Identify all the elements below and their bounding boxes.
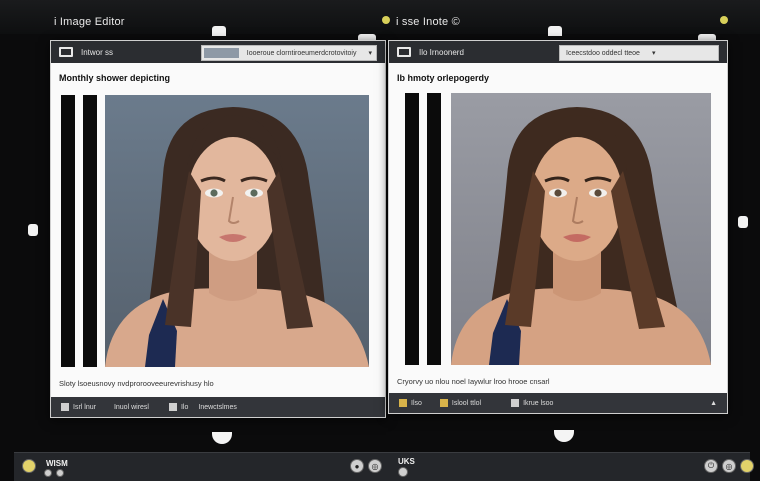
start-icon[interactable] bbox=[22, 459, 36, 473]
chevron-down-icon[interactable]: ▾ bbox=[646, 49, 660, 57]
chevron-down-icon[interactable]: ▾ bbox=[362, 49, 376, 57]
record-icon[interactable]: ● bbox=[350, 459, 364, 473]
black-bar bbox=[61, 95, 75, 367]
right-bezel-notch bbox=[738, 216, 748, 228]
footer-label: Inewctslmes bbox=[198, 403, 237, 411]
status-dot-icon bbox=[382, 16, 390, 24]
black-bar bbox=[427, 93, 441, 365]
document-window-right[interactable]: Ilo Irnoonerd Iceecstdoo oddecl tteoe ▾ … bbox=[388, 40, 728, 414]
black-bar bbox=[83, 95, 97, 367]
document-name: Intwor ss bbox=[81, 47, 114, 57]
square-icon bbox=[439, 399, 448, 407]
stand-knob bbox=[212, 432, 232, 444]
power-icon[interactable]: ⏻ bbox=[704, 459, 718, 473]
footer-item[interactable]: Inuol wiresl bbox=[114, 404, 149, 411]
document-name: Ilo Irnoonerd bbox=[419, 47, 464, 57]
footer-item[interactable]: Ilo bbox=[168, 403, 189, 411]
square-icon bbox=[168, 403, 177, 411]
window-footer: Isrl lnur Inuol wiresl Ilo Inewctslmes bbox=[51, 397, 385, 417]
portrait-image-retouched bbox=[451, 93, 711, 365]
footer-item[interactable]: Isrl lnur bbox=[61, 403, 96, 411]
document-heading: Monthly shower depicting bbox=[59, 73, 171, 83]
address-field[interactable]: Iceecstdoo oddecl tteoe ▾ bbox=[559, 45, 719, 61]
portrait-photo-icon bbox=[451, 93, 711, 365]
taskbar: WISM ● ◎ UKS ⏻ ◎ bbox=[14, 452, 754, 481]
window-toolbar: Intwor ss Iooeroue clorntiroeumerdcrotov… bbox=[51, 41, 385, 63]
footer-label: Isrl lnur bbox=[73, 403, 96, 411]
address-field[interactable]: Iooeroue clorntiroeumerdcrotovitoiy ▾ bbox=[201, 45, 377, 61]
triangle-up-icon[interactable]: ▲ bbox=[710, 400, 717, 407]
document-icon bbox=[397, 47, 411, 57]
footer-item[interactable]: Ikrue lsoo bbox=[511, 399, 553, 407]
document-heading: Ib hmoty orlepogerdy bbox=[397, 73, 490, 83]
image-caption: Cryorvy uo nlou noel Iaywlur lroo hrooe … bbox=[397, 377, 550, 386]
footer-item[interactable]: Islool ttlol bbox=[439, 399, 482, 407]
settings-icon[interactable]: ◎ bbox=[368, 459, 382, 473]
footer-label: Ikrue lsoo bbox=[523, 399, 554, 407]
portrait-photo-icon bbox=[105, 95, 369, 367]
small-circle-icon[interactable] bbox=[56, 469, 64, 477]
left-bezel-notch bbox=[28, 224, 38, 236]
taskbar-right-label: UKS bbox=[398, 457, 415, 466]
window-clip bbox=[548, 26, 562, 36]
footer-label: Islool ttlol bbox=[451, 399, 482, 407]
status-dot-icon bbox=[720, 16, 728, 24]
footer-label: Ilo bbox=[180, 403, 189, 411]
window-toolbar: Ilo Irnoonerd Iceecstdoo oddecl tteoe ▾ bbox=[389, 41, 727, 63]
black-bar bbox=[405, 93, 419, 365]
right-monitor-title: i sse Inote © bbox=[396, 16, 460, 28]
address-text: Iooeroue clorntiroeumerdcrotovitoiy bbox=[246, 49, 357, 57]
footer-item[interactable]: Ilso bbox=[399, 399, 422, 407]
notification-icon[interactable] bbox=[740, 459, 754, 473]
square-icon bbox=[61, 403, 69, 411]
square-icon bbox=[399, 399, 407, 407]
image-caption: Sloty lsoeusnovy nvdprorooveeurevrishusy… bbox=[59, 379, 214, 388]
footer-item[interactable]: Inewctslmes bbox=[198, 404, 237, 411]
left-monitor-title: i Image Editor bbox=[54, 16, 125, 28]
thumbnail-icon bbox=[204, 48, 239, 58]
small-circle-icon[interactable] bbox=[44, 469, 52, 477]
square-icon bbox=[511, 399, 520, 407]
stand-knob bbox=[554, 430, 574, 442]
footer-label: Inuol wiresl bbox=[113, 403, 149, 411]
window-footer: Ilso Islool ttlol Ikrue lsoo ▲ bbox=[389, 393, 727, 413]
document-icon bbox=[59, 47, 73, 57]
window-clip bbox=[212, 26, 226, 36]
small-circle-icon[interactable] bbox=[398, 467, 408, 477]
document-window-left[interactable]: Intwor ss Iooeroue clorntiroeumerdcrotov… bbox=[50, 40, 386, 418]
footer-label: Ilso bbox=[411, 399, 422, 407]
address-text: Iceecstdoo oddecl tteoe bbox=[566, 49, 640, 57]
taskbar-left-label: WISM bbox=[46, 459, 68, 468]
settings-icon[interactable]: ◎ bbox=[722, 459, 736, 473]
portrait-image bbox=[105, 95, 369, 367]
